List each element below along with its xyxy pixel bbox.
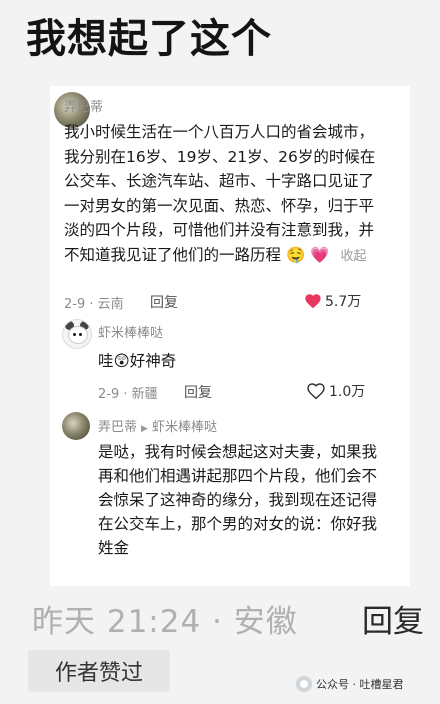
avatar-eye xyxy=(79,333,82,336)
watermark: 公众号 · 吐槽星君 xyxy=(296,676,404,692)
reply-line: 会惊呆了这神奇的缘分，我到现在还记得 xyxy=(98,491,378,509)
comment-date-location: 2-9 · 云南 xyxy=(64,297,124,312)
author-liked-badge: 作者赞过 xyxy=(28,650,170,692)
surprised-emoji-icon: 😲 xyxy=(113,352,130,370)
heart-filled-icon xyxy=(305,294,321,309)
heart-outline-icon xyxy=(307,383,325,400)
drool-emoji-icon: 🤤 xyxy=(285,245,306,264)
reply-body: 是哒，我有时候会想起这对夫妻，如果我 再和他们相遇讲起那四个片段，他们会不 会惊… xyxy=(98,440,410,560)
avatar[interactable] xyxy=(62,412,90,440)
comment-body: 我小时候生活在一个八百万人口的省会城市， 我分别在16岁、19岁、21岁、26岁… xyxy=(64,120,410,267)
reply-username[interactable]: 虾米棒棒哒 xyxy=(98,322,163,341)
reply-to-arrow-icon: ▶ xyxy=(141,424,148,434)
like-count: 5.7万 xyxy=(325,294,362,310)
reply-line: 姓金 xyxy=(98,539,130,557)
post-time-location: 昨天 21:24 · 安徽 xyxy=(32,604,298,640)
heart-emoji-icon: 💗 xyxy=(310,245,330,264)
reply-button[interactable]: 回复 xyxy=(362,596,424,641)
comment-card: 弄巴蒂 我小时候生活在一个八百万人口的省会城市， 我分别在16岁、19岁、21岁… xyxy=(50,86,410,586)
reply-button[interactable]: 回复 xyxy=(184,382,212,402)
avatar-face xyxy=(68,326,88,344)
reply-username[interactable]: 弄巴蒂 xyxy=(98,420,137,435)
reply-date-location: 2-9 · 新疆 xyxy=(98,387,158,402)
like-button[interactable]: 5.7万 xyxy=(304,291,361,311)
avatar[interactable] xyxy=(62,319,92,349)
collapse-link[interactable]: 收起 xyxy=(340,249,366,264)
comment-last-line-text: 不知道我见证了他们的一路历程 xyxy=(64,245,282,264)
reply-button[interactable]: 回复 xyxy=(150,292,178,312)
reply-line: 在公交车上，那个男的对女的说：你好我 xyxy=(98,515,378,533)
reply-text: 哇 xyxy=(98,352,114,370)
comment-username[interactable]: 弄巴蒂 xyxy=(64,96,103,115)
like-count: 1.0万 xyxy=(329,384,366,400)
wechat-account-icon xyxy=(296,676,312,692)
reply-line: 是哒，我有时候会想起这对夫妻，如果我 xyxy=(98,443,378,461)
comment-line: 我分别在16岁、19岁、21岁、26岁的时候在 xyxy=(64,147,376,166)
reply-body: 哇😲好神奇 xyxy=(98,349,410,374)
comment-line: 一对男女的第一次见面、热恋、怀孕，归于平 xyxy=(64,196,375,215)
reply-username-line: 弄巴蒂 ▶ 虾米棒棒哒 xyxy=(98,416,217,435)
avatar-eye xyxy=(73,333,76,336)
watermark-text: 公众号 · 吐槽星君 xyxy=(316,678,404,691)
reply-text: 好神奇 xyxy=(129,352,177,370)
headline: 我想起了这个 xyxy=(26,16,272,62)
comment-line: 不知道我见证了他们的一路历程 🤤 💗 收起 xyxy=(64,243,410,268)
comment-line: 我小时候生活在一个八百万人口的省会城市， xyxy=(64,123,375,141)
reply-to-username[interactable]: 虾米棒棒哒 xyxy=(152,420,217,435)
comment-line: 公交车、长途汽车站、超市、十字路口见证了 xyxy=(64,172,375,190)
reply-line: 再和他们相遇讲起那四个片段，他们会不 xyxy=(98,467,378,485)
comment-line: 淡的四个片段，可惜他们并没有注意到我，并 xyxy=(64,221,375,239)
like-button[interactable]: 1.0万 xyxy=(306,381,365,401)
